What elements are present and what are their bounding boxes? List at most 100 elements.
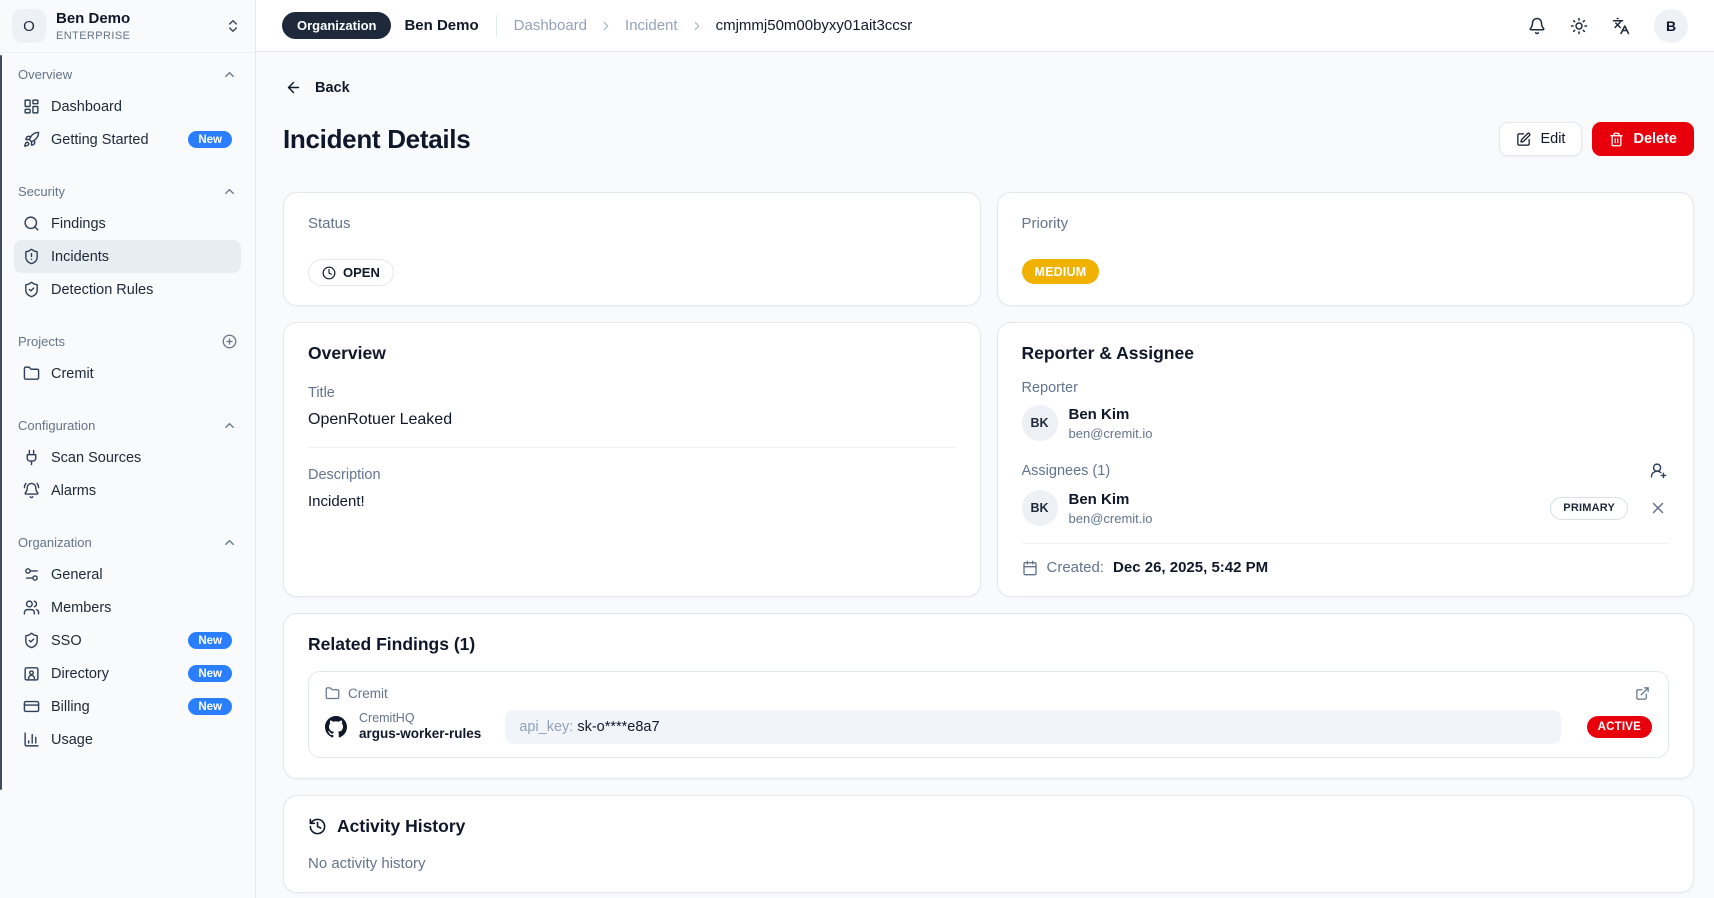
- users-icon: [23, 599, 40, 616]
- collapse-section-button[interactable]: [222, 418, 237, 433]
- assignee-name: Ben Kim: [1068, 490, 1130, 508]
- created-label: Created:: [1046, 559, 1105, 576]
- chart-column-icon: [23, 731, 40, 748]
- finding-secret: api_key: sk-o****e8a7: [505, 710, 1561, 744]
- main-content: Back Incident Details Edit Delete Status…: [256, 0, 1714, 893]
- add-project-button[interactable]: [222, 334, 237, 349]
- collapse-section-button[interactable]: [222, 184, 237, 199]
- sidebar-item-sso[interactable]: SSO New: [14, 624, 241, 657]
- priority-badge: MEDIUM: [1021, 259, 1100, 284]
- status-badge: OPEN: [308, 259, 394, 286]
- sidebar-scrollbar[interactable]: [0, 55, 2, 790]
- back-button[interactable]: Back: [283, 75, 352, 100]
- sidebar-section-organization: Organization General Members SSO New Dir…: [14, 531, 241, 756]
- breadcrumb-incident-id: cmjmmj50m00byxy01ait3ccsr: [715, 17, 913, 34]
- shield-alert-icon: [23, 248, 40, 265]
- sidebar-item-label: Incidents: [51, 248, 110, 265]
- delete-button[interactable]: Delete: [1592, 122, 1694, 156]
- sidebar-item-getting-started[interactable]: Getting Started New: [14, 123, 241, 156]
- bell-ring-icon: [23, 482, 40, 499]
- reporter-email: ben@cremit.io: [1068, 425, 1153, 441]
- topbar-org-name: Ben Demo: [404, 17, 479, 34]
- sidebar-item-members[interactable]: Members: [14, 591, 241, 624]
- related-findings-title: Related Findings (1): [308, 634, 476, 654]
- page-title: Incident Details: [283, 123, 471, 154]
- breadcrumb-incident[interactable]: Incident: [625, 17, 678, 34]
- org-switcher[interactable]: O Ben Demo ENTERPRISE: [0, 0, 255, 53]
- plug-icon: [23, 449, 40, 466]
- theme-toggle-sun-icon[interactable]: [1570, 17, 1588, 35]
- sidebar-item-incidents[interactable]: Incidents: [14, 240, 241, 273]
- sidebar-item-billing[interactable]: Billing New: [14, 690, 241, 723]
- sidebar-item-detection-rules[interactable]: Detection Rules: [14, 273, 241, 306]
- related-findings-card: Related Findings (1) Cremit CremitHQ arg…: [283, 613, 1694, 779]
- arrow-left-icon: [285, 79, 302, 96]
- history-icon: [308, 817, 327, 836]
- activity-history-title: Activity History: [337, 816, 466, 836]
- assignee-row: BK Ben Kim ben@cremit.io PRIMARY: [1021, 490, 1670, 526]
- folder-icon: [325, 686, 340, 701]
- contact-icon: [23, 665, 40, 682]
- remove-assignee-button[interactable]: [1647, 497, 1669, 519]
- incident-description-value: Incident!: [308, 493, 365, 510]
- sidebar-item-directory[interactable]: Directory New: [14, 657, 241, 690]
- sidebar-section-security: Security Findings Incidents Detection Ru…: [14, 180, 241, 306]
- shield-check-icon: [23, 281, 40, 298]
- github-icon: [325, 716, 347, 738]
- created-value: Dec 26, 2025, 5:42 PM: [1113, 559, 1269, 576]
- finding-item[interactable]: Cremit CremitHQ argus-worker-rules api_k…: [308, 671, 1669, 758]
- sidebar-item-label: General: [51, 566, 103, 583]
- sidebar-item-label: Detection Rules: [51, 281, 154, 298]
- language-icon[interactable]: [1612, 17, 1630, 35]
- finding-project: Cremit: [348, 686, 388, 701]
- assignee-avatar: BK: [1021, 490, 1058, 526]
- reporter-avatar: BK: [1021, 405, 1058, 441]
- sidebar-item-general[interactable]: General: [14, 558, 241, 591]
- calendar-icon: [1022, 560, 1038, 576]
- finding-source: CremitHQ: [359, 710, 415, 725]
- back-label: Back: [315, 79, 350, 96]
- sidebar-item-findings[interactable]: Findings: [14, 207, 241, 240]
- user-avatar[interactable]: B: [1654, 8, 1688, 43]
- chevron-up-icon: [222, 418, 237, 433]
- chevrons-up-down-icon: [225, 18, 241, 34]
- sidebar-item-usage[interactable]: Usage: [14, 723, 241, 756]
- sidebar-item-cremit[interactable]: Cremit: [14, 357, 241, 390]
- collapse-section-button[interactable]: [222, 67, 237, 82]
- sliders-icon: [23, 566, 40, 583]
- sidebar-item-label: Alarms: [51, 482, 97, 499]
- section-label: Overview: [18, 67, 73, 82]
- assignees-label: Assignees (1): [1021, 462, 1111, 479]
- section-label: Organization: [18, 535, 92, 550]
- new-badge: New: [188, 665, 232, 682]
- edit-button[interactable]: Edit: [1499, 122, 1583, 156]
- sidebar-item-label: Cremit: [51, 365, 94, 382]
- org-plan: ENTERPRISE: [56, 29, 131, 42]
- sidebar-item-label: Getting Started: [51, 131, 149, 148]
- people-divider: [1021, 543, 1669, 544]
- overview-title: Overview: [308, 343, 386, 363]
- add-project-icon: [222, 334, 237, 349]
- overview-divider: [308, 447, 956, 448]
- reporter-name: Ben Kim: [1068, 405, 1130, 423]
- folder-icon: [23, 365, 40, 382]
- open-finding-button[interactable]: [1633, 684, 1652, 703]
- sidebar-section-overview: Overview Dashboard Getting Started New: [14, 63, 241, 156]
- sidebar-item-scan-sources[interactable]: Scan Sources: [14, 441, 241, 474]
- collapse-section-button[interactable]: [222, 535, 237, 550]
- priority-card: Priority MEDIUM: [996, 192, 1694, 306]
- description-label: Description: [308, 467, 381, 483]
- people-card: Reporter & Assignee Reporter BK Ben Kim …: [996, 322, 1694, 597]
- status-card: Status OPEN: [283, 192, 981, 306]
- activity-empty-text: No activity history: [308, 855, 426, 872]
- sidebar-item-dashboard[interactable]: Dashboard: [14, 90, 241, 123]
- add-assignee-button[interactable]: [1648, 460, 1669, 481]
- org-name: Ben Demo: [56, 10, 131, 28]
- sidebar-item-alarms[interactable]: Alarms: [14, 474, 241, 507]
- rocket-icon: [23, 131, 40, 148]
- org-avatar: O: [12, 9, 46, 43]
- incident-title-value: OpenRotuer Leaked: [308, 411, 453, 428]
- reporter-label: Reporter: [1021, 380, 1078, 396]
- bell-icon[interactable]: [1528, 17, 1546, 35]
- breadcrumb-dashboard[interactable]: Dashboard: [514, 17, 587, 34]
